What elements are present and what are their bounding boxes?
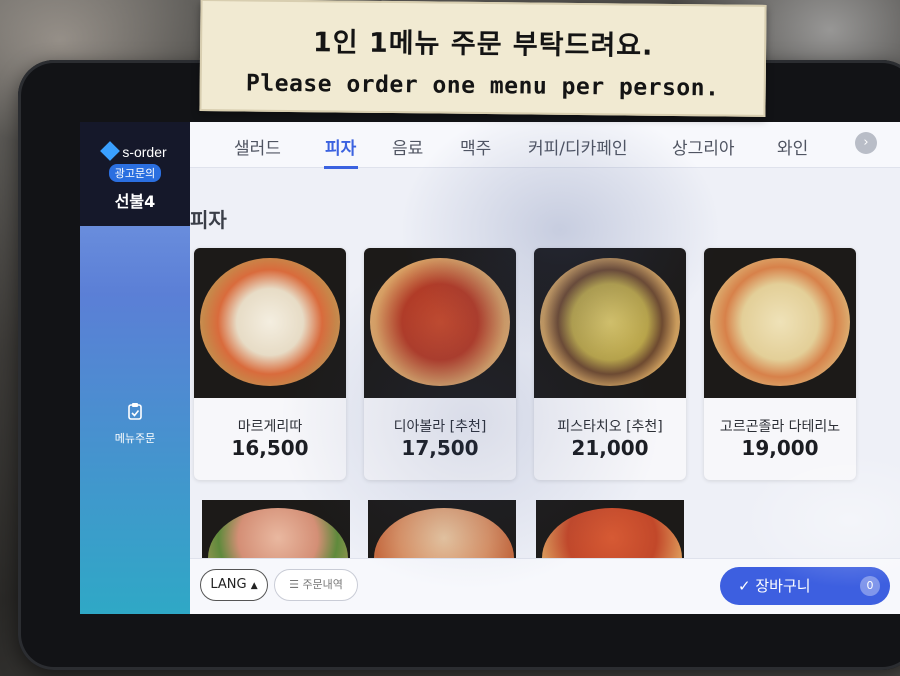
menu-card-partial[interactable] <box>536 500 684 558</box>
menu-item-price: 16,500 <box>231 436 309 460</box>
section-title: 피자 <box>190 208 227 232</box>
sign-korean-text: 1인 1메뉴 주문 부탁드려요. <box>312 27 654 62</box>
sidebar: s-order 광고문의 선불4 메뉴주문 <box>80 122 190 614</box>
cart-count-badge: 0 <box>860 576 880 596</box>
tab-coffee[interactable]: 커피/디카페인 <box>528 134 628 159</box>
category-tabs: 샐러드 피자 음료 맥주 커피/디카페인 상그리아 와인 › <box>190 122 900 169</box>
menu-card-partial[interactable] <box>368 500 516 558</box>
pizza-image <box>704 248 856 398</box>
pizza-image <box>364 248 516 398</box>
check-icon: ✓ <box>738 577 751 595</box>
menu-item-price: 19,000 <box>741 436 819 460</box>
tab-salad[interactable]: 샐러드 <box>234 134 281 159</box>
menu-item-name: 피스타치오 [추천] <box>557 419 663 435</box>
sign-english-text: Please order one menu per person. <box>245 70 720 102</box>
sidebar-item-label: 메뉴주문 <box>114 432 156 445</box>
brand-name: s-order <box>122 144 167 160</box>
kiosk-screen: s-order 광고문의 선불4 메뉴주문 샐러드 피자 음료 맥주 커피/디카… <box>80 122 900 614</box>
menu-card-margherita[interactable]: 마르게리따 16,500 <box>194 248 346 480</box>
sidebar-header: s-order 광고문의 선불4 <box>80 122 190 226</box>
menu-item-price: 21,000 <box>571 436 649 460</box>
cart-label: 장바구니 <box>755 577 811 595</box>
ad-inquiry-badge[interactable]: 광고문의 <box>108 164 162 182</box>
bottom-bar: LANG ▲ ☰ 주문내역 ✓ 장바구니 0 <box>190 558 900 614</box>
menu-card-partial[interactable] <box>202 500 350 558</box>
menu-item-name: 디아볼라 [추천] <box>393 419 487 435</box>
main-panel: 샐러드 피자 음료 맥주 커피/디카페인 상그리아 와인 › 피자 마르게리따 … <box>190 122 900 614</box>
chevron-right-icon[interactable]: › <box>855 132 877 154</box>
tab-drinks[interactable]: 음료 <box>392 134 423 159</box>
tab-pizza[interactable]: 피자 <box>325 134 356 159</box>
sidebar-item-menu-order[interactable]: 메뉴주문 <box>80 402 190 446</box>
logo-icon <box>100 141 121 161</box>
menu-item-name: 마르게리따 <box>237 419 303 435</box>
lang-label: LANG <box>210 577 247 592</box>
active-tab-indicator <box>324 166 358 169</box>
menu-item-name: 고르곤졸라 다테리노 <box>719 419 841 435</box>
pizza-image <box>534 248 686 398</box>
brand-logo: s-order <box>80 141 190 161</box>
menu-card-diavola[interactable]: 디아볼라 [추천] 17,500 <box>364 248 516 480</box>
tab-wine[interactable]: 와인 <box>777 134 808 159</box>
tab-beer[interactable]: 맥주 <box>460 134 491 159</box>
chevron-up-icon: ▲ <box>250 581 258 591</box>
list-icon: ☰ <box>289 578 299 591</box>
pizza-image <box>194 248 346 398</box>
order-history-label: 주문내역 <box>302 578 343 591</box>
language-button[interactable]: LANG ▲ <box>200 569 268 601</box>
menu-card-pistachio[interactable]: 피스타치오 [추천] 21,000 <box>534 248 686 480</box>
menu-card-gorgonzola-datterino[interactable]: 고르곤졸라 다테리노 19,000 <box>704 248 856 480</box>
order-history-button[interactable]: ☰ 주문내역 <box>274 569 358 601</box>
menu-item-price: 17,500 <box>401 436 479 460</box>
cart-button[interactable]: ✓ 장바구니 0 <box>720 567 890 605</box>
paper-sign: 1인 1메뉴 주문 부탁드려요. Please order one menu p… <box>199 0 767 117</box>
clipboard-icon <box>80 402 190 424</box>
tab-sangria[interactable]: 상그리아 <box>672 134 735 159</box>
store-name: 선불4 <box>114 192 156 211</box>
